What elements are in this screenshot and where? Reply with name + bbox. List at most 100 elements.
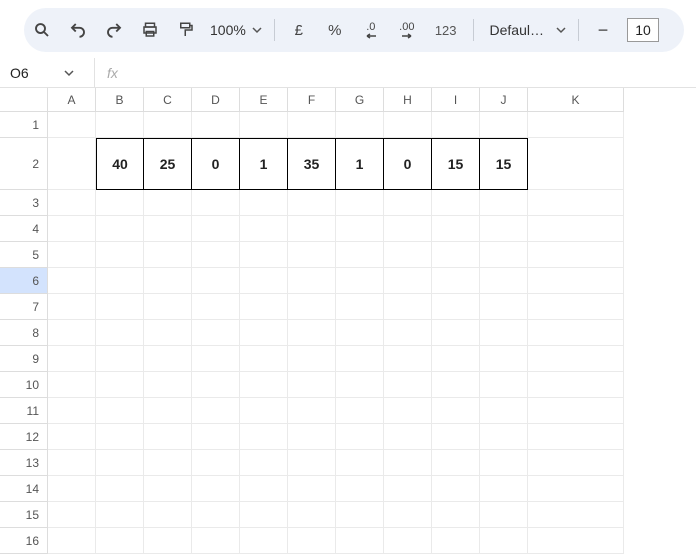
cell[interactable]	[144, 216, 192, 242]
cell[interactable]	[192, 476, 240, 502]
cell[interactable]	[432, 346, 480, 372]
cell[interactable]	[48, 372, 96, 398]
cell[interactable]	[384, 112, 432, 138]
cell[interactable]	[240, 450, 288, 476]
cell[interactable]	[240, 268, 288, 294]
cell[interactable]	[528, 294, 624, 320]
cell[interactable]	[288, 476, 336, 502]
cell[interactable]	[336, 502, 384, 528]
cell[interactable]	[432, 424, 480, 450]
cell[interactable]	[432, 268, 480, 294]
cell[interactable]	[96, 502, 144, 528]
column-header[interactable]: C	[144, 88, 192, 112]
cell[interactable]	[144, 112, 192, 138]
cell[interactable]	[480, 190, 528, 216]
cell[interactable]	[336, 242, 384, 268]
row-header[interactable]: 1	[0, 112, 48, 138]
cell[interactable]	[528, 398, 624, 424]
cell[interactable]	[480, 268, 528, 294]
cell[interactable]	[96, 190, 144, 216]
cell[interactable]	[336, 190, 384, 216]
row-header[interactable]: 5	[0, 242, 48, 268]
cell[interactable]	[240, 242, 288, 268]
cell[interactable]	[336, 112, 384, 138]
currency-button[interactable]: £	[287, 18, 311, 42]
cell[interactable]	[528, 476, 624, 502]
row-header[interactable]: 7	[0, 294, 48, 320]
cell[interactable]	[528, 320, 624, 346]
cell[interactable]	[48, 138, 96, 190]
cell[interactable]	[240, 112, 288, 138]
cell[interactable]	[432, 190, 480, 216]
cell[interactable]	[240, 294, 288, 320]
column-header[interactable]: G	[336, 88, 384, 112]
cell[interactable]	[384, 216, 432, 242]
cell[interactable]	[192, 528, 240, 554]
cell[interactable]	[432, 528, 480, 554]
cell[interactable]	[336, 294, 384, 320]
cell[interactable]	[144, 346, 192, 372]
undo-icon[interactable]	[66, 18, 90, 42]
cell[interactable]	[480, 346, 528, 372]
row-header[interactable]: 15	[0, 502, 48, 528]
cell[interactable]	[288, 398, 336, 424]
cell[interactable]	[48, 424, 96, 450]
cell[interactable]	[336, 450, 384, 476]
cell[interactable]	[480, 424, 528, 450]
cell[interactable]	[384, 450, 432, 476]
cell[interactable]	[48, 190, 96, 216]
row-header[interactable]: 13	[0, 450, 48, 476]
cell[interactable]	[288, 528, 336, 554]
cell[interactable]	[240, 528, 288, 554]
cell[interactable]	[48, 294, 96, 320]
cell[interactable]	[192, 190, 240, 216]
cell[interactable]	[528, 112, 624, 138]
paint-format-icon[interactable]	[174, 18, 198, 42]
cell[interactable]	[336, 346, 384, 372]
cell[interactable]	[144, 268, 192, 294]
cell[interactable]: 15	[480, 138, 528, 190]
cell[interactable]	[192, 320, 240, 346]
redo-icon[interactable]	[102, 18, 126, 42]
cell[interactable]	[96, 216, 144, 242]
cell[interactable]	[528, 528, 624, 554]
cell[interactable]	[432, 476, 480, 502]
cell[interactable]	[384, 346, 432, 372]
cell[interactable]: 1	[240, 138, 288, 190]
row-header[interactable]: 16	[0, 528, 48, 554]
cell[interactable]	[288, 424, 336, 450]
cell[interactable]	[336, 268, 384, 294]
cell[interactable]	[288, 372, 336, 398]
cell[interactable]	[432, 372, 480, 398]
print-icon[interactable]	[138, 18, 162, 42]
cell[interactable]	[288, 450, 336, 476]
cell[interactable]	[432, 216, 480, 242]
cell[interactable]	[144, 528, 192, 554]
cell[interactable]: 35	[288, 138, 336, 190]
cell[interactable]	[336, 320, 384, 346]
cell[interactable]	[48, 398, 96, 424]
cell[interactable]	[144, 190, 192, 216]
cell[interactable]	[192, 268, 240, 294]
cell[interactable]	[288, 294, 336, 320]
column-header[interactable]: K	[528, 88, 624, 112]
cell[interactable]	[96, 372, 144, 398]
cell[interactable]	[432, 112, 480, 138]
number-format-button[interactable]: 123	[431, 18, 461, 42]
cell[interactable]	[48, 346, 96, 372]
cell[interactable]	[144, 398, 192, 424]
cell[interactable]	[336, 216, 384, 242]
column-header[interactable]: D	[192, 88, 240, 112]
cell[interactable]	[384, 294, 432, 320]
cell[interactable]	[432, 502, 480, 528]
cell[interactable]	[528, 138, 624, 190]
cell[interactable]	[384, 502, 432, 528]
cell[interactable]	[288, 268, 336, 294]
cell[interactable]	[192, 502, 240, 528]
row-header[interactable]: 2	[0, 138, 48, 190]
cell[interactable]	[480, 216, 528, 242]
cell[interactable]: 25	[144, 138, 192, 190]
cell[interactable]	[336, 372, 384, 398]
cell[interactable]	[96, 268, 144, 294]
cell[interactable]	[96, 424, 144, 450]
